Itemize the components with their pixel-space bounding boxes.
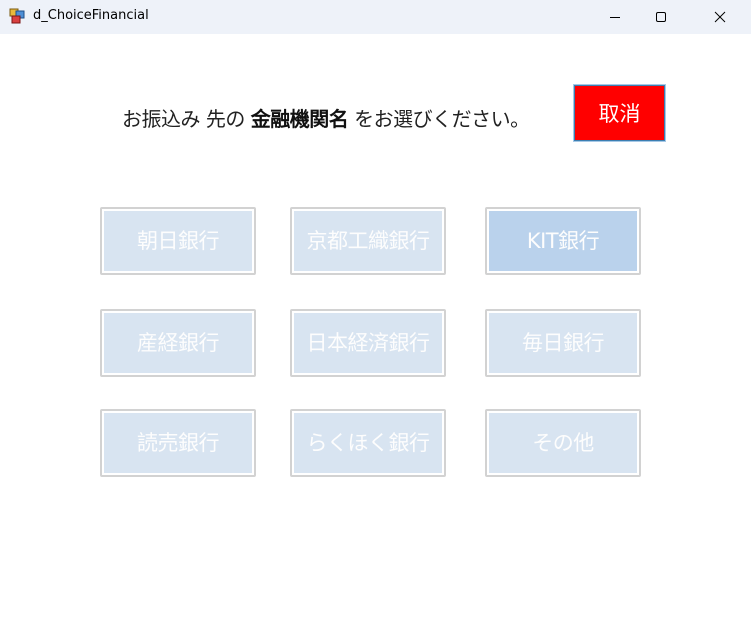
bank-button-label: KIT銀行 — [489, 211, 637, 271]
bank-button-label: 京都工織銀行 — [294, 211, 442, 271]
bank-button-mainichi[interactable]: 毎日銀行 — [485, 309, 641, 377]
bank-button-other[interactable]: その他 — [485, 409, 641, 477]
bank-button-label: らくほく銀行 — [294, 413, 442, 473]
cancel-button[interactable]: 取消 — [574, 85, 665, 141]
bank-button-label: 朝日銀行 — [104, 211, 252, 271]
minimize-icon — [610, 17, 620, 18]
bank-button-nihon-keizai[interactable]: 日本経済銀行 — [290, 309, 446, 377]
bank-button-kyoto-koshiki[interactable]: 京都工織銀行 — [290, 207, 446, 275]
prompt-emphasis: 金融機関名 — [250, 107, 349, 131]
close-button[interactable] — [697, 0, 743, 34]
bank-button-kit[interactable]: KIT銀行 — [485, 207, 641, 275]
bank-button-label: その他 — [489, 413, 637, 473]
close-icon — [714, 11, 726, 23]
window-title: d_ChoiceFinancial — [33, 8, 149, 23]
minimize-button[interactable] — [592, 0, 638, 34]
maximize-button[interactable] — [638, 0, 684, 34]
bank-button-label: 毎日銀行 — [489, 313, 637, 373]
app-icon — [9, 8, 25, 24]
bank-button-label: 産経銀行 — [104, 313, 252, 373]
prompt-prefix: お振込み 先の — [122, 107, 251, 131]
maximize-icon — [656, 12, 666, 22]
instruction-text: お振込み 先の 金融機関名 をお選びください。 — [122, 103, 530, 132]
title-bar: d_ChoiceFinancial — [0, 0, 751, 34]
bank-button-rakuhoku[interactable]: らくほく銀行 — [290, 409, 446, 477]
bank-button-label: 読売銀行 — [104, 413, 252, 473]
prompt-suffix: をお選びください。 — [348, 107, 530, 131]
bank-button-label: 日本経済銀行 — [294, 313, 442, 373]
bank-button-sankei[interactable]: 産経銀行 — [100, 309, 256, 377]
bank-button-yomiuri[interactable]: 読売銀行 — [100, 409, 256, 477]
bank-button-asahi[interactable]: 朝日銀行 — [100, 207, 256, 275]
